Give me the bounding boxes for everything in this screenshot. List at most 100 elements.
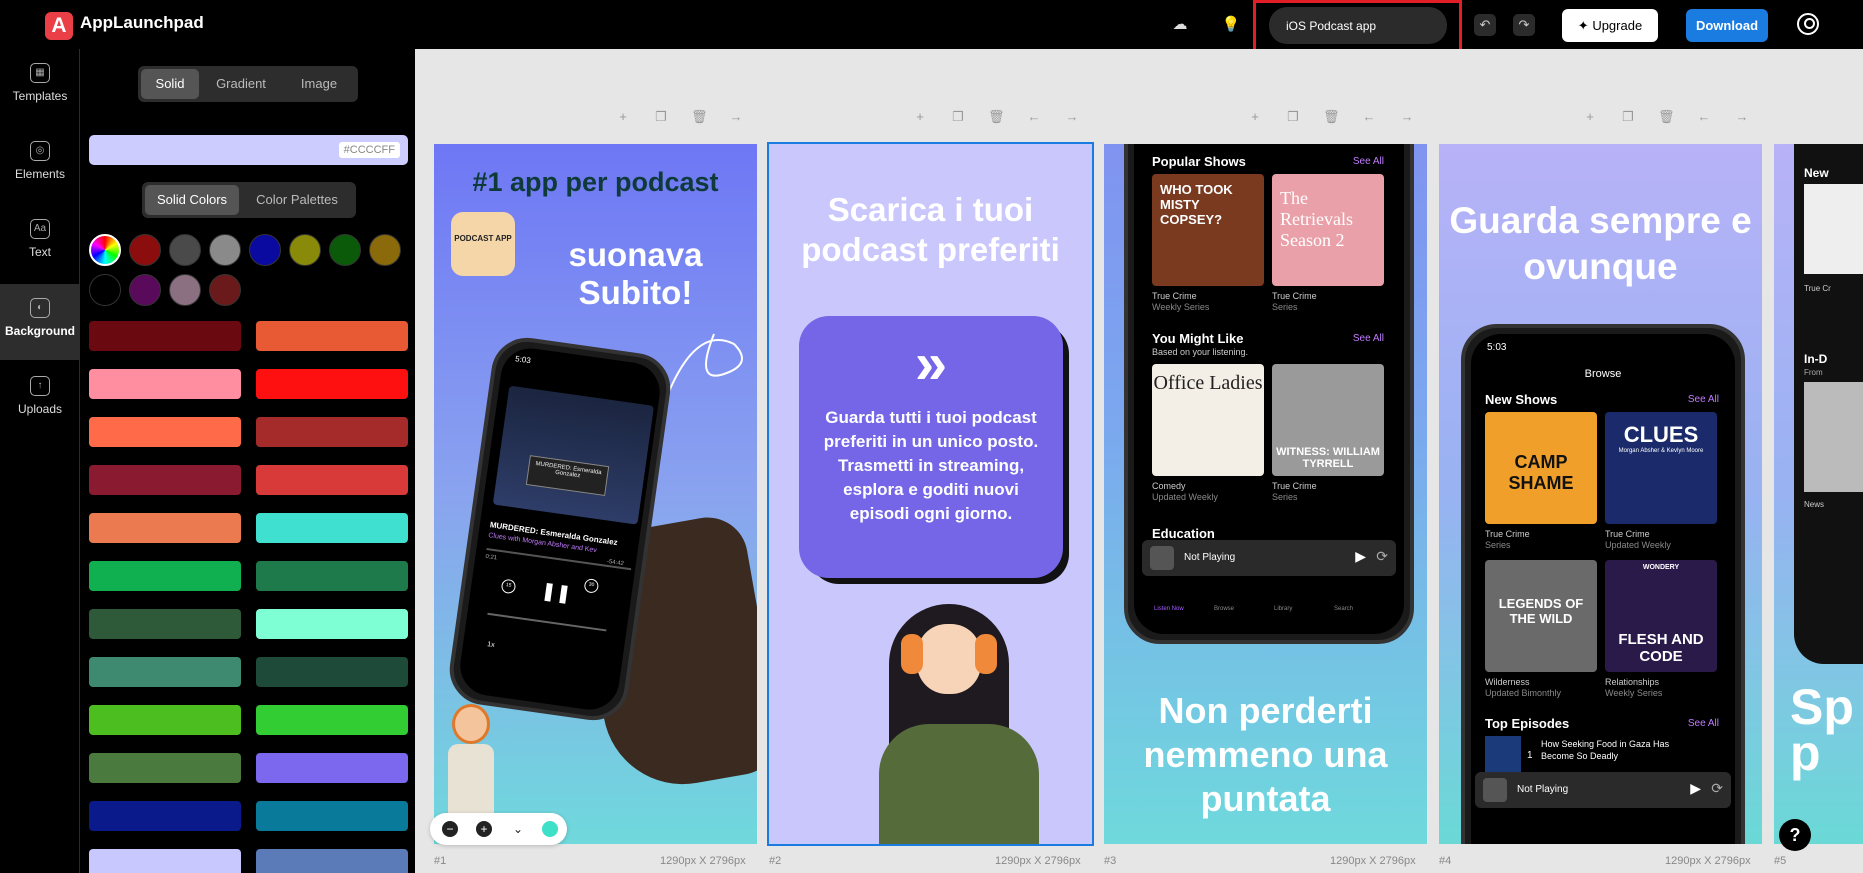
palette-color-bar[interactable] (256, 321, 408, 351)
palette-color-bar[interactable] (256, 465, 408, 495)
color-swatch[interactable] (169, 274, 201, 306)
delete-icon[interactable]: 🗑 (988, 109, 1005, 125)
color-swatch[interactable] (289, 234, 321, 266)
palette-color-bar[interactable] (89, 657, 241, 687)
color-swatch[interactable] (369, 234, 401, 266)
collapse-icon[interactable]: ⌄ (510, 821, 526, 837)
custom-color-picker[interactable] (89, 234, 121, 266)
screenshot-frame-4[interactable]: Guarda sempre e ovunque 5:03 Browse New … (1439, 144, 1762, 844)
download-button[interactable]: Download (1686, 9, 1768, 42)
delete-icon[interactable]: 🗑 (1323, 109, 1340, 125)
move-right-icon[interactable]: → (1734, 109, 1750, 125)
rail-item-text[interactable]: Aa Text (0, 205, 80, 281)
color-swatch[interactable] (209, 234, 241, 266)
palette-color-bar[interactable] (256, 513, 408, 543)
color-swatch[interactable] (329, 234, 361, 266)
top-bar: A AppLaunchpad ☁ 💡 ↶ ↷ ✦ Upgrade Downloa… (0, 0, 1863, 60)
duplicate-icon[interactable]: ❐ (1285, 109, 1301, 125)
pause-icon: ❚❚ (539, 580, 573, 605)
color-swatch[interactable] (129, 234, 161, 266)
palette-color-bar[interactable] (89, 561, 241, 591)
tab-gradient[interactable]: Gradient (202, 69, 280, 99)
color-swatch[interactable] (209, 274, 241, 306)
show-caption: Comedy Updated Weekly (1152, 481, 1218, 503)
account-icon[interactable] (1797, 13, 1819, 35)
show-poster-clues: CLUES Morgan Absher & Kevlyn Moore (1605, 412, 1717, 524)
palette-color-bar[interactable] (256, 753, 408, 783)
color-swatch[interactable] (129, 274, 161, 306)
palette-color-bar[interactable] (89, 417, 241, 447)
color-swatch[interactable] (89, 274, 121, 306)
show-caption: Wilderness Updated Bimonthly (1485, 677, 1561, 699)
rail-item-uploads[interactable]: ↑ Uploads (0, 362, 80, 438)
tab-color-palettes[interactable]: Color Palettes (242, 185, 352, 215)
palette-color-bar[interactable] (256, 801, 408, 831)
hex-value[interactable]: #CCCCFF (338, 142, 400, 158)
palette-color-bar[interactable] (89, 705, 241, 735)
rail-label: Text (28, 245, 51, 259)
screenshot-frame-3[interactable]: Popular Shows See All WHO TOOK MISTY COP… (1104, 144, 1427, 844)
palette-color-bar[interactable] (89, 465, 241, 495)
move-left-icon[interactable]: ← (1361, 109, 1377, 125)
rail-item-background[interactable]: ◐ Background (0, 284, 80, 360)
tab-image[interactable]: Image (284, 69, 354, 99)
color-swatch[interactable] (169, 234, 201, 266)
status-dot[interactable] (542, 821, 558, 837)
add-icon[interactable]: + (615, 109, 631, 125)
move-right-icon[interactable]: → (728, 109, 744, 125)
project-title-input[interactable] (1269, 7, 1447, 44)
cloud-save-icon[interactable]: ☁ (1168, 13, 1192, 37)
upgrade-button[interactable]: ✦ Upgrade (1562, 9, 1658, 42)
mini-player: Not Playing ▶ ⟳ (1475, 772, 1731, 808)
lightbulb-icon[interactable]: 💡 (1219, 13, 1243, 37)
zoom-in-icon[interactable]: + (476, 821, 492, 837)
undo-icon[interactable]: ↶ (1474, 14, 1496, 36)
palette-color-bar[interactable] (89, 849, 241, 873)
rail-item-elements[interactable]: ◎ Elements (0, 127, 80, 203)
app-logo[interactable]: A (45, 12, 73, 40)
move-left-icon[interactable]: ← (1696, 109, 1712, 125)
color-hex-field[interactable]: #CCCCFF (89, 135, 408, 165)
screenshot-frame-1[interactable]: #1 app per podcast suonava Subito! PODCA… (434, 144, 757, 844)
add-icon[interactable]: + (1582, 109, 1598, 125)
help-button[interactable]: ? (1779, 819, 1811, 851)
tab-solid-colors[interactable]: Solid Colors (145, 185, 239, 215)
zoom-out-icon[interactable]: − (442, 821, 458, 837)
delete-icon[interactable]: 🗑 (691, 109, 708, 125)
palette-color-bar[interactable] (256, 417, 408, 447)
frame5-poster (1804, 184, 1863, 274)
move-right-icon[interactable]: → (1064, 109, 1080, 125)
move-left-icon[interactable]: ← (1026, 109, 1042, 125)
delete-icon[interactable]: 🗑 (1658, 109, 1675, 125)
screenshot-frame-5[interactable]: New True Cr In-D From News Sp p (1774, 144, 1863, 844)
add-icon[interactable]: + (912, 109, 928, 125)
palette-color-bar[interactable] (89, 513, 241, 543)
duplicate-icon[interactable]: ❐ (653, 109, 669, 125)
design-canvas: + ❐ 🗑 → + ❐ 🗑 ← → + ❐ 🗑 ← → + ❐ 🗑 ← → #1… (415, 49, 1863, 873)
palette-color-bar[interactable] (89, 753, 241, 783)
palette-color-bar[interactable] (89, 321, 241, 351)
frame-number: #2 (769, 855, 782, 867)
podcast-icon (1483, 778, 1507, 802)
duplicate-icon[interactable]: ❐ (950, 109, 966, 125)
palette-color-bar[interactable] (256, 849, 408, 873)
palette-color-bar[interactable] (256, 609, 408, 639)
frame-number: #4 (1439, 855, 1452, 867)
palette-color-bar[interactable] (89, 801, 241, 831)
move-right-icon[interactable]: → (1399, 109, 1415, 125)
color-swatch[interactable] (249, 234, 281, 266)
volume-slider (487, 612, 607, 632)
palette-color-bar[interactable] (89, 609, 241, 639)
add-icon[interactable]: + (1247, 109, 1263, 125)
palette-color-bar[interactable] (256, 705, 408, 735)
caption-type: Series (1485, 540, 1511, 550)
palette-color-bar[interactable] (89, 369, 241, 399)
rail-item-templates[interactable]: ▦ Templates (0, 49, 80, 125)
palette-color-bar[interactable] (256, 657, 408, 687)
redo-icon[interactable]: ↷ (1513, 14, 1535, 36)
duplicate-icon[interactable]: ❐ (1620, 109, 1636, 125)
palette-color-bar[interactable] (256, 561, 408, 591)
screenshot-frame-2[interactable]: Scarica i tuoi podcast preferiti » Guard… (767, 142, 1094, 846)
tab-solid[interactable]: Solid (141, 69, 199, 99)
palette-color-bar[interactable] (256, 369, 408, 399)
